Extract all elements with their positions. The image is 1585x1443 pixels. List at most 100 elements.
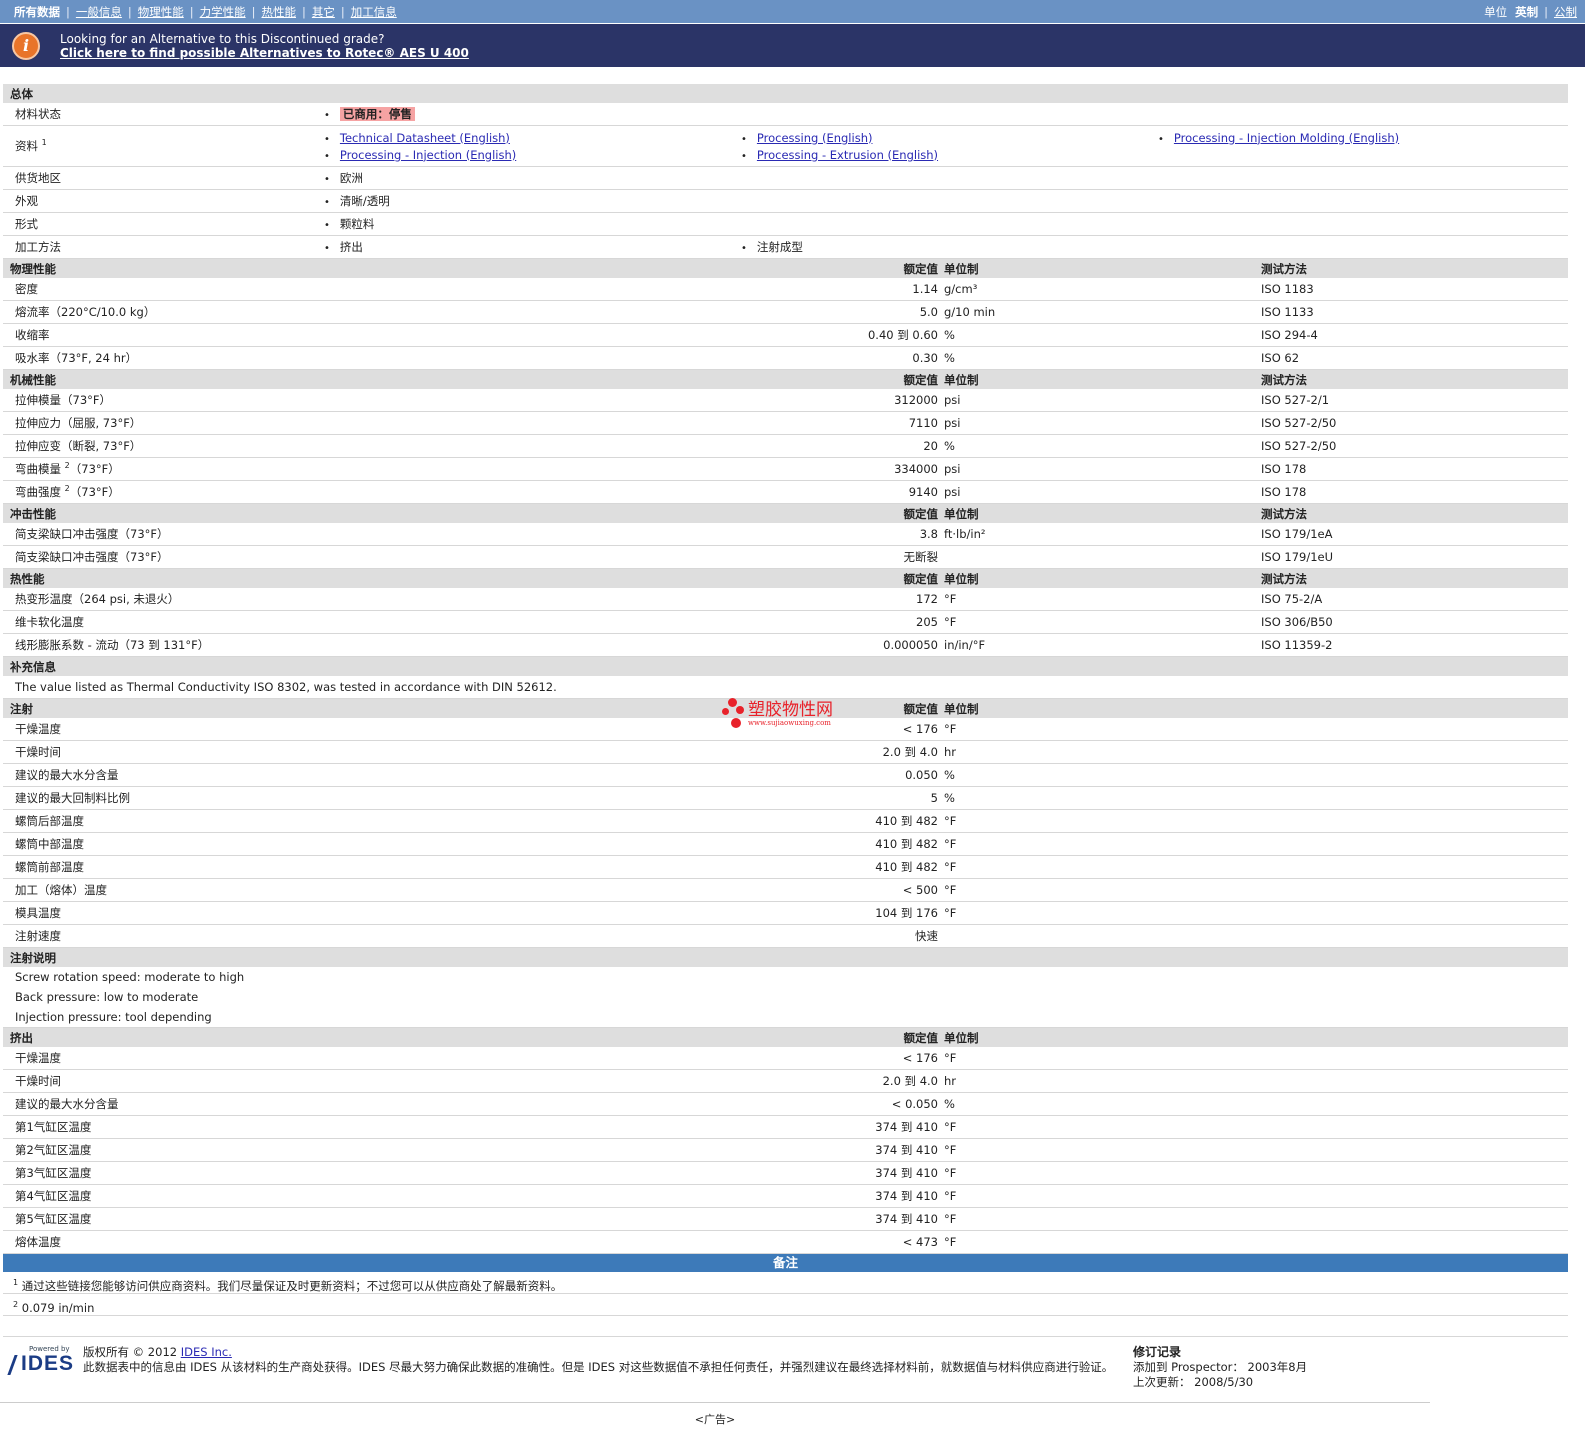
header-value: 额定值	[316, 568, 941, 588]
property-name: 简支梁缺口冲击强度（73°F）	[3, 523, 316, 546]
nav-separator: |	[189, 4, 194, 19]
property-name: 线形膨胀系数 - 流动（73 到 131°F）	[3, 633, 316, 657]
table-row: 干燥时间 2.0 到 4.0 hr	[3, 1069, 1568, 1093]
section-title: 挤出	[3, 1027, 316, 1047]
header-method: 测试方法	[1251, 258, 1568, 278]
doc-link-technical-datasheet[interactable]: Technical Datasheet (English)	[340, 131, 510, 145]
section-title: 注射说明	[3, 947, 1568, 967]
test-method: ISO 527-2/1	[1251, 389, 1568, 412]
table-row: 第2气缸区温度 374 到 410 °F	[3, 1138, 1568, 1162]
header-unit: 单位制	[941, 369, 1251, 389]
table-row: The value listed as Thermal Conductivity…	[3, 676, 1568, 699]
nav-separator: |	[251, 4, 256, 19]
property-unit: °F	[941, 1184, 1568, 1208]
ides-logo: Powered by IDES	[7, 1345, 73, 1379]
header-value: 额定值	[316, 258, 941, 278]
table-row: 干燥时间 2.0 到 4.0 hr	[3, 740, 1568, 764]
property-value: 清晰/透明	[339, 194, 390, 208]
table-row: 简支梁缺口冲击强度（73°F） 无断裂 ISO 179/1eU	[3, 545, 1568, 569]
table-row: 收缩率 0.40 到 0.60% ISO 294-4	[3, 323, 1568, 347]
table-row: 螺筒后部温度 410 到 482 °F	[3, 809, 1568, 833]
property-label: 弯曲强度	[15, 485, 61, 499]
section-header-thermal: 热性能 额定值 单位制 测试方法	[3, 568, 1568, 588]
property-name: 熔流率（220°C/10.0 kg）	[3, 300, 316, 324]
property-label: 熔体温度	[15, 1235, 61, 1249]
property-value: 374 到 410	[316, 1184, 941, 1208]
tab-general[interactable]: 一般信息	[76, 4, 122, 20]
header-value: 额定值	[316, 1027, 941, 1047]
property-value: 410 到 482	[316, 832, 941, 856]
doc-link-processing-injection-molding[interactable]: Processing - Injection Molding (English)	[1174, 131, 1399, 145]
property-value: 0.000050	[316, 633, 941, 657]
table-row: 拉伸应力（屈服, 73°F） 7110 psi ISO 527-2/50	[3, 411, 1568, 435]
property-value: 5.0	[316, 300, 941, 324]
unit-label: 单位	[1484, 4, 1508, 19]
alternatives-link[interactable]: Click here to find possible Alternatives…	[60, 46, 469, 60]
header-method: 测试方法	[1251, 369, 1568, 389]
table-row: 建议的最大回制料比例 5%	[3, 786, 1568, 810]
tab-thermal[interactable]: 热性能	[262, 4, 297, 20]
extrusion-rows: 干燥温度 < 176 °F 干燥时间 2.0 到 4.0 hr 建议的最大水分含量 < 0.0…	[3, 1047, 1568, 1254]
doc-link-processing-injection[interactable]: Processing - Injection (English)	[340, 148, 516, 162]
list-bullet	[324, 107, 340, 121]
property-label: 第5气缸区温度	[15, 1212, 92, 1226]
section-header-mechanical: 机械性能 额定值 单位制 测试方法	[3, 369, 1568, 389]
property-unit: hr	[941, 740, 1568, 764]
impact-rows: 简支梁缺口冲击强度（73°F） 3.8 ft·lb/in² ISO 179/1eA 简支…	[3, 523, 1568, 569]
section-header-supplement: 补充信息	[3, 656, 1568, 676]
property-value: 374 到 410	[316, 1161, 941, 1185]
section-header-injection-notes: 注射说明	[3, 947, 1568, 967]
property-name: 形式	[3, 212, 316, 236]
tab-processing[interactable]: 加工信息	[351, 4, 397, 20]
section-header-general: 总体	[3, 84, 1568, 103]
property-unit: hr	[941, 1069, 1568, 1093]
property-value: 无断裂	[316, 545, 941, 569]
doc-link-processing[interactable]: Processing (English)	[757, 131, 873, 145]
section-title: 机械性能	[3, 369, 316, 389]
table-row: 拉伸应变（断裂, 73°F） 20% ISO 527-2/50	[3, 434, 1568, 458]
property-unit: %	[941, 763, 1568, 787]
table-row: 干燥温度 < 176 °F	[3, 1047, 1568, 1070]
property-unit: ft·lb/in²	[941, 523, 1251, 546]
thermal-rows: 热变形温度（264 psi, 未退火） 172 °F ISO 75-2/A 维卡软化温度…	[3, 588, 1568, 657]
tab-other[interactable]: 其它	[312, 4, 335, 20]
table-row: 螺筒前部温度 410 到 482 °F	[3, 855, 1568, 879]
property-unit: °F	[941, 718, 1568, 741]
property-name: 螺筒后部温度	[3, 809, 316, 833]
header-method: 测试方法	[1251, 503, 1568, 523]
property-name: 热变形温度（264 psi, 未退火）	[3, 588, 316, 611]
table-row: 螺筒中部温度 410 到 482 °F	[3, 832, 1568, 856]
doc-link-processing-extrusion[interactable]: Processing - Extrusion (English)	[757, 148, 938, 162]
property-name: 第5气缸区温度	[3, 1207, 316, 1231]
tab-mechanical[interactable]: 力学性能	[200, 4, 246, 20]
unit-english[interactable]: 英制	[1515, 4, 1538, 20]
test-method: ISO 178	[1251, 480, 1568, 504]
tab-all-data[interactable]: 所有数据	[14, 4, 60, 20]
property-value: 312000	[316, 389, 941, 412]
footer: Powered by IDES 版权所有 © 2012 IDES Inc. 此数…	[3, 1336, 1568, 1390]
property-name: 第4气缸区温度	[3, 1184, 316, 1208]
property-label: 维卡软化温度	[15, 615, 84, 629]
test-method: ISO 294-4	[1251, 323, 1568, 347]
property-value: 1.14	[316, 278, 941, 301]
property-value: 374 到 410	[316, 1138, 941, 1162]
tab-physical[interactable]: 物理性能	[138, 4, 184, 20]
header-unit: 单位制	[941, 1027, 1568, 1047]
property-value: 挤出	[339, 240, 363, 254]
table-row: 拉伸模量（73°F） 312000 psi ISO 527-2/1	[3, 389, 1568, 412]
property-label: 螺筒中部温度	[15, 837, 84, 851]
property-unit: °F	[941, 878, 1568, 902]
property-name: 干燥时间	[3, 1069, 316, 1093]
ides-link[interactable]: IDES Inc.	[181, 1345, 232, 1359]
property-unit: °F	[941, 832, 1568, 856]
property-unit: °F	[941, 1115, 1568, 1139]
section-title: 物理性能	[3, 258, 316, 278]
property-name: 资料	[15, 139, 38, 153]
injection-rows: 干燥温度 < 176 °F 干燥时间 2.0 到 4.0 hr 建议的最大水分含量 0.050…	[3, 718, 1568, 948]
property-value: 0.050	[316, 763, 941, 787]
property-label: 第2气缸区温度	[15, 1143, 92, 1157]
property-name: 熔体温度	[3, 1230, 316, 1254]
property-name: 简支梁缺口冲击强度（73°F）	[3, 545, 316, 569]
property-name: 维卡软化温度	[3, 610, 316, 634]
unit-metric[interactable]: 公制	[1554, 4, 1577, 20]
